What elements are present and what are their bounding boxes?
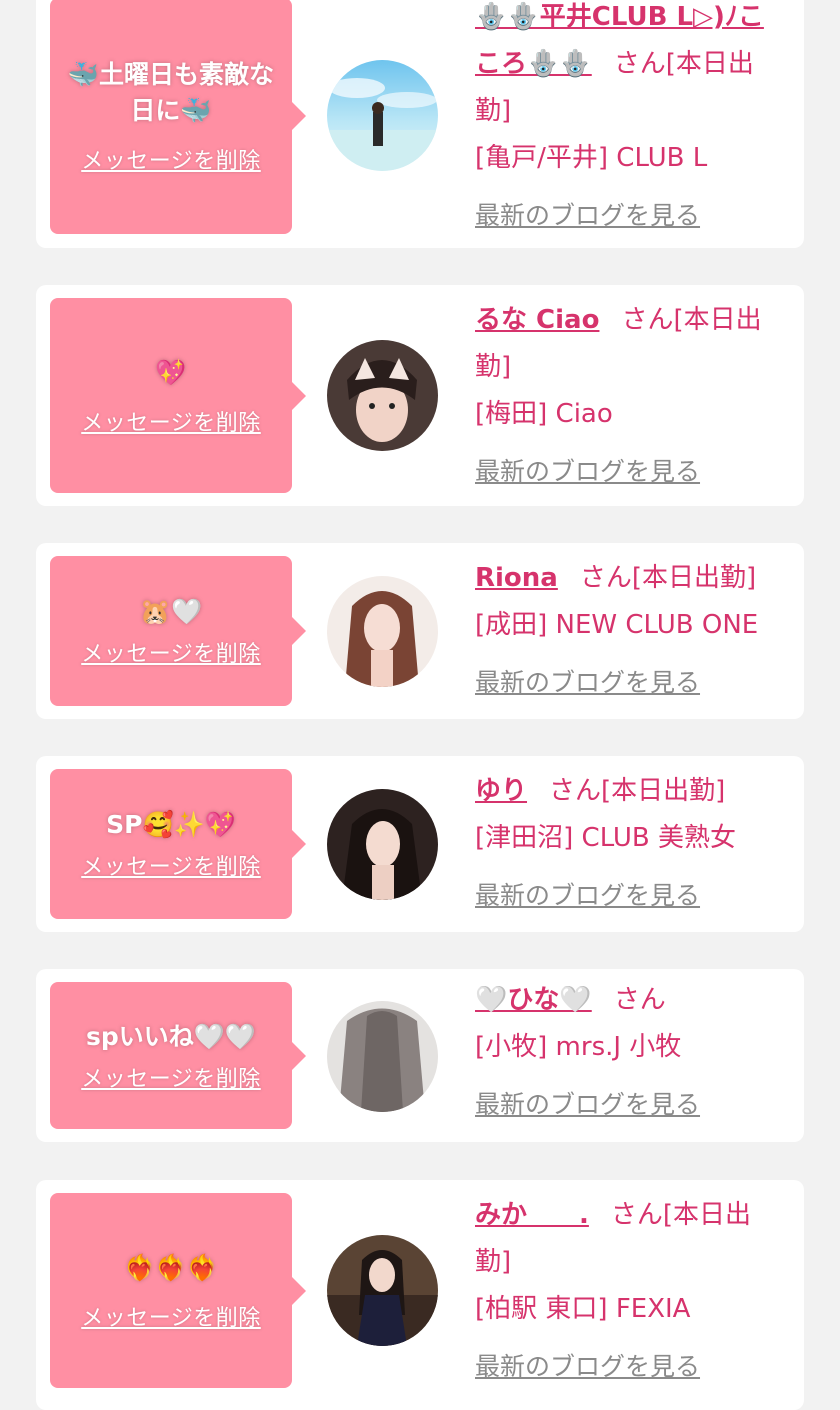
shop-label: [小牧] mrs.J 小牧 [475, 1032, 682, 1062]
message-text: ❤️‍🔥❤️‍🔥❤️‍🔥 [124, 1252, 218, 1282]
shop-label: [津田沼] CLUB 美熟女 [475, 823, 737, 853]
cast-info: 🤍ひな🤍 さん [小牧] mrs.J 小牧 最新のブログを見る [475, 977, 787, 1128]
cast-info: ゆり さん[本日出勤] [津田沼] CLUB 美熟女 最新のブログを見る [475, 768, 787, 919]
avatar[interactable] [327, 576, 438, 687]
avatar[interactable] [327, 789, 438, 900]
avatar[interactable] [327, 1235, 438, 1346]
message-bubble: 🐳土曜日も素敵な日に🐳 メッセージを削除 [50, 0, 306, 234]
favorite-card: 🐳土曜日も素敵な日に🐳 メッセージを削除 🪬🪬平井CLUB L▷)ﾉこころ🪬🪬 さ… [36, 0, 804, 248]
shop-label: [成田] NEW CLUB ONE [475, 610, 759, 640]
cast-name-link[interactable]: みか . [475, 1200, 589, 1230]
delete-message-link[interactable]: メッセージを削除 [81, 405, 261, 437]
message-bubble: SP🥰✨💖 メッセージを削除 [50, 769, 306, 919]
latest-blog-link[interactable]: 最新のブログを見る [475, 1343, 787, 1390]
message-bubble: ❤️‍🔥❤️‍🔥❤️‍🔥 メッセージを削除 [50, 1193, 306, 1388]
latest-blog-link[interactable]: 最新のブログを見る [475, 659, 787, 706]
shop-label: [亀戸/平井] CLUB L [475, 143, 708, 173]
cast-name-link[interactable]: Riona [475, 563, 558, 593]
shop-label: [柏駅 東口] FEXIA [475, 1294, 691, 1324]
cast-name-link[interactable]: るな Ciao [475, 305, 599, 335]
favorite-card: spいいね🤍🤍 メッセージを削除 🤍ひな🤍 さん [小牧] mrs.J 小牧 最新… [36, 969, 804, 1142]
avatar[interactable] [327, 340, 438, 451]
latest-blog-link[interactable]: 最新のブログを見る [475, 1081, 787, 1128]
message-bubble: 🐹🤍 メッセージを削除 [50, 556, 306, 706]
latest-blog-link[interactable]: 最新のブログを見る [475, 872, 787, 919]
cast-status: さん[本日出勤] [549, 776, 726, 806]
favorite-card: SP🥰✨💖 メッセージを削除 ゆり さん[本日出勤] [津田沼] CLUB 美熟女… [36, 756, 804, 932]
avatar[interactable] [327, 60, 438, 171]
latest-blog-link[interactable]: 最新のブログを見る [475, 192, 787, 239]
favorite-card: ❤️‍🔥❤️‍🔥❤️‍🔥 メッセージを削除 みか . さん[本日出勤] [柏駅 東… [36, 1180, 804, 1410]
message-bubble: spいいね🤍🤍 メッセージを削除 [50, 982, 306, 1129]
cast-info: みか . さん[本日出勤] [柏駅 東口] FEXIA 最新のブログを見る [475, 1192, 787, 1390]
message-text: SP🥰✨💖 [106, 810, 236, 839]
message-text: 🐳土曜日も素敵な日に🐳 [67, 60, 275, 125]
cast-info: 🪬🪬平井CLUB L▷)ﾉこころ🪬🪬 さん[本日出勤] [亀戸/平井] CLUB … [475, 0, 787, 239]
delete-message-link[interactable]: メッセージを削除 [81, 636, 261, 668]
cast-status: さん[本日出勤] [579, 563, 757, 593]
cast-status: さん [613, 985, 666, 1015]
favorite-card: 💖 メッセージを削除 るな Ciao さん[本日出勤] [梅田] Ciao 最新の… [36, 285, 804, 506]
cast-name-link[interactable]: ゆり [475, 776, 527, 806]
delete-message-link[interactable]: メッセージを削除 [81, 143, 261, 175]
message-text: spいいね🤍🤍 [85, 1021, 257, 1051]
avatar[interactable] [327, 1001, 438, 1112]
latest-blog-link[interactable]: 最新のブログを見る [475, 448, 787, 495]
cast-info: るな Ciao さん[本日出勤] [梅田] Ciao 最新のブログを見る [475, 297, 787, 495]
delete-message-link[interactable]: メッセージを削除 [81, 1300, 261, 1332]
message-bubble: 💖 メッセージを削除 [50, 298, 306, 493]
message-text: 💖 [155, 357, 187, 387]
cast-name-link[interactable]: 🤍ひな🤍 [475, 985, 592, 1015]
message-text: 🐹🤍 [139, 597, 203, 626]
shop-label: [梅田] Ciao [475, 399, 613, 429]
delete-message-link[interactable]: メッセージを削除 [81, 849, 261, 881]
favorite-card: 🐹🤍 メッセージを削除 Riona さん[本日出勤] [成田] NEW CLUB … [36, 543, 804, 719]
cast-info: Riona さん[本日出勤] [成田] NEW CLUB ONE 最新のブログを見… [475, 555, 787, 706]
delete-message-link[interactable]: メッセージを削除 [81, 1061, 261, 1093]
